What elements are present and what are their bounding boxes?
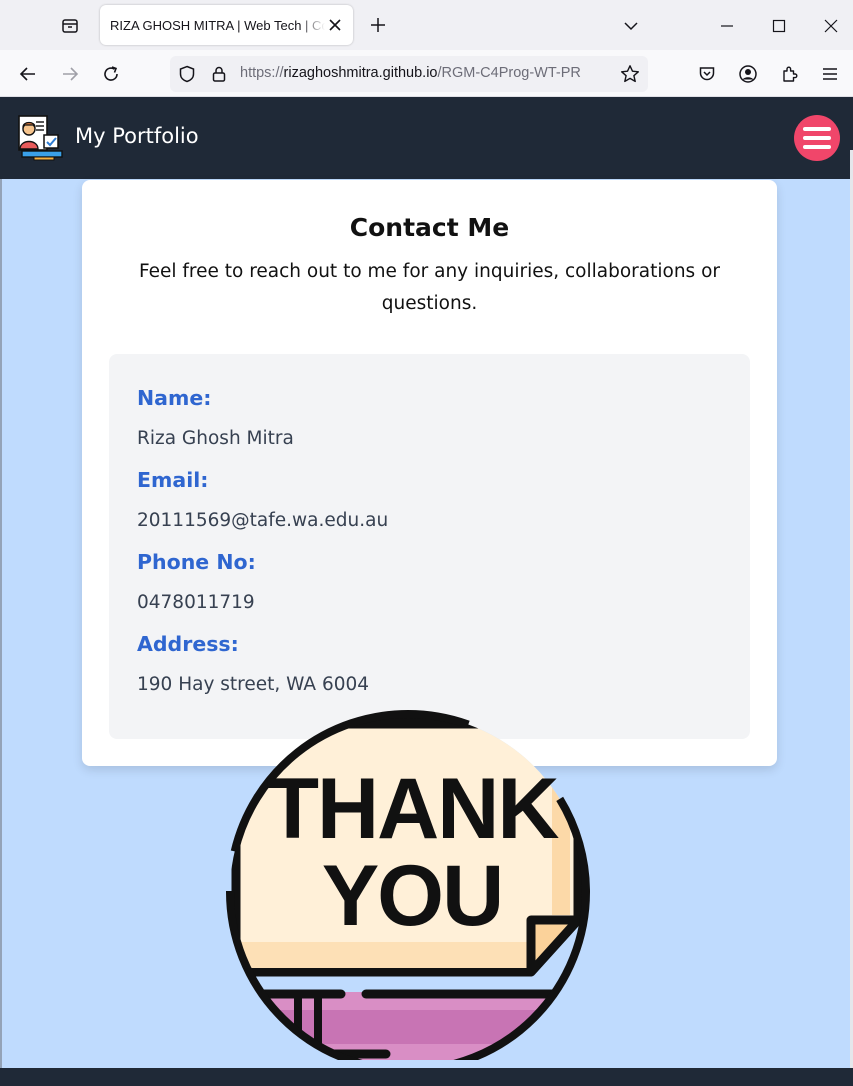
shield-icon[interactable] <box>176 63 198 85</box>
app-menu-button[interactable] <box>816 60 844 88</box>
url-scheme: https:// <box>240 65 284 81</box>
maximize-icon <box>772 19 786 33</box>
back-icon <box>19 67 35 81</box>
address-bar[interactable]: https://rizaghoshmitra.github.io/RGM-C4P… <box>170 56 648 92</box>
tab-close-button[interactable] <box>325 15 345 35</box>
phone-value: 0478011719 <box>137 592 255 613</box>
hamburger-icon-line <box>803 145 831 149</box>
address-label: Address: <box>137 632 239 656</box>
extensions-icon <box>783 66 798 82</box>
browser-tab-bar: RIZA GHOSH MITRA | Web Tech | Contact <box>0 0 853 50</box>
thank-you-image: THANK YOU <box>226 710 590 1060</box>
tab-list-icon <box>62 19 78 33</box>
new-tab-button[interactable] <box>366 13 390 37</box>
menu-icon <box>823 68 837 80</box>
minimize-icon <box>721 25 733 27</box>
name-label: Name: <box>137 386 212 410</box>
browser-tab-active[interactable]: RIZA GHOSH MITRA | Web Tech | Contact <box>100 5 353 45</box>
tab-title: RIZA GHOSH MITRA | Web Tech | Contact <box>110 17 325 33</box>
browser-nav-bar: https://rizaghoshmitra.github.io/RGM-C4P… <box>0 50 853 97</box>
close-icon <box>329 19 341 31</box>
thank-you-line2: YOU <box>322 848 502 944</box>
pocket-icon <box>699 67 715 81</box>
page-title: Contact Me <box>349 213 510 242</box>
minimize-button[interactable] <box>713 12 741 40</box>
hamburger-icon-line <box>803 127 831 131</box>
url-text[interactable]: https://rizaghoshmitra.github.io/RGM-C4P… <box>240 65 612 81</box>
contact-details: Name: Riza Ghosh Mitra Email: 20111569@t… <box>109 354 750 739</box>
extensions-button[interactable] <box>776 60 804 88</box>
hamburger-icon-line <box>803 136 831 140</box>
account-button[interactable] <box>734 60 762 88</box>
lock-icon[interactable] <box>208 63 230 85</box>
forward-button[interactable] <box>56 60 84 88</box>
address-value: 190 Hay street, WA 6004 <box>137 674 370 695</box>
plus-icon <box>371 18 385 32</box>
maximize-button[interactable] <box>765 12 793 40</box>
contact-card: Contact Me Feel free to reach out to me … <box>82 180 777 766</box>
contact-subtitle: Feel free to reach out to me for any inq… <box>138 261 721 314</box>
email-value: 20111569@tafe.wa.edu.au <box>137 510 389 531</box>
site-header: My Portfolio <box>0 97 853 179</box>
close-icon <box>824 19 838 33</box>
account-icon <box>739 65 757 83</box>
list-all-tabs-button[interactable] <box>617 12 645 40</box>
site-footer <box>0 1068 853 1086</box>
reload-button[interactable] <box>97 60 125 88</box>
page-left-edge <box>0 179 2 1069</box>
chevron-down-icon <box>624 22 638 31</box>
url-path: /RGM-C4Prog-WT-PR <box>437 65 581 81</box>
reload-icon <box>104 66 118 81</box>
thank-you-line1: THANK <box>267 761 560 857</box>
url-host: rizaghoshmitra.github.io <box>283 65 438 81</box>
hamburger-menu-button[interactable] <box>794 115 840 161</box>
name-value: Riza Ghosh Mitra <box>137 428 294 449</box>
pocket-button[interactable] <box>693 60 721 88</box>
site-title[interactable]: My Portfolio <box>75 124 199 148</box>
portfolio-logo-icon[interactable] <box>18 115 64 161</box>
window-close-button[interactable] <box>817 12 845 40</box>
back-button[interactable] <box>14 60 42 88</box>
email-label: Email: <box>137 468 209 492</box>
forward-icon <box>63 67 79 81</box>
phone-label: Phone No: <box>137 550 256 574</box>
tab-list-button[interactable] <box>56 12 84 40</box>
star-icon <box>621 65 639 83</box>
bookmark-star-button[interactable] <box>619 63 641 85</box>
